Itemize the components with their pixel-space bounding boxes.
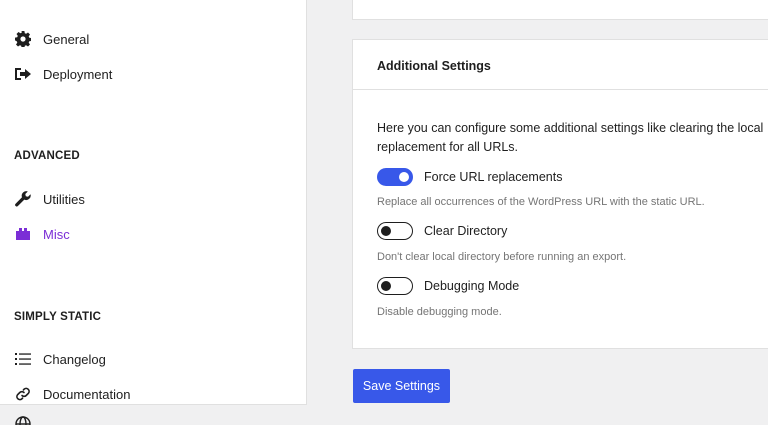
toggle-label: Debugging Mode	[424, 279, 520, 293]
previous-card	[352, 0, 768, 20]
debugging-mode-toggle[interactable]	[377, 277, 413, 295]
force-url-replacements-toggle[interactable]	[377, 168, 413, 186]
save-settings-button[interactable]: Save Settings	[353, 369, 450, 403]
list-icon	[14, 350, 32, 368]
section-title-simply-static: SIMPLY STATIC	[14, 311, 102, 323]
sidebar-item-deployment[interactable]: Deployment	[14, 64, 112, 84]
plugin-block-icon	[14, 225, 32, 243]
setting-force-url-replacements: Force URL replacements	[377, 168, 562, 186]
setting-help-text: Don't clear local directory before runni…	[377, 251, 627, 263]
link-icon	[14, 385, 32, 403]
card-description: Here you can configure some additional s…	[377, 119, 768, 157]
sidebar-item-label: General	[43, 31, 90, 47]
toggle-label: Force URL replacements	[424, 170, 563, 184]
additional-settings-card: Additional Settings Here you can configu…	[352, 39, 768, 349]
toggle-knob	[381, 225, 391, 236]
sidebar-item-cut[interactable]	[0, 416, 307, 425]
toggle-knob	[399, 172, 409, 182]
setting-debugging-mode: Debugging Mode	[377, 277, 519, 295]
sidebar-item-label: Utilities	[43, 191, 85, 207]
sidebar-item-label: Misc	[43, 226, 70, 242]
description-line: replacement for all URLs.	[377, 140, 519, 154]
globe-icon	[15, 416, 31, 425]
section-title-advanced: ADVANCED	[14, 150, 80, 162]
sidebar-item-label: Deployment	[43, 66, 113, 82]
sidebar-item-misc[interactable]: Misc	[14, 224, 70, 244]
sidebar-item-label: Changelog	[43, 351, 106, 367]
sign-out-icon	[14, 65, 32, 83]
toggle-label: Clear Directory	[424, 224, 508, 238]
gear-icon	[14, 30, 32, 48]
toggle-knob	[381, 280, 391, 291]
sidebar-item-utilities[interactable]: Utilities	[14, 189, 85, 209]
wrench-icon	[14, 190, 32, 208]
sidebar-item-changelog[interactable]: Changelog	[14, 349, 106, 369]
sidebar-item-label: Documentation	[43, 386, 131, 402]
description-line: Here you can configure some additional s…	[377, 121, 764, 135]
sidebar-item-general[interactable]: General	[14, 29, 89, 49]
card-title: Additional Settings	[353, 40, 768, 90]
sidebar: General Deployment ADVANCED Utilities Mi…	[0, 0, 307, 405]
setting-clear-directory: Clear Directory	[377, 222, 507, 240]
setting-help-text: Replace all occurrences of the WordPress…	[377, 196, 705, 208]
setting-help-text: Disable debugging mode.	[377, 306, 502, 318]
sidebar-item-documentation[interactable]: Documentation	[14, 384, 130, 404]
clear-directory-toggle[interactable]	[377, 222, 413, 240]
